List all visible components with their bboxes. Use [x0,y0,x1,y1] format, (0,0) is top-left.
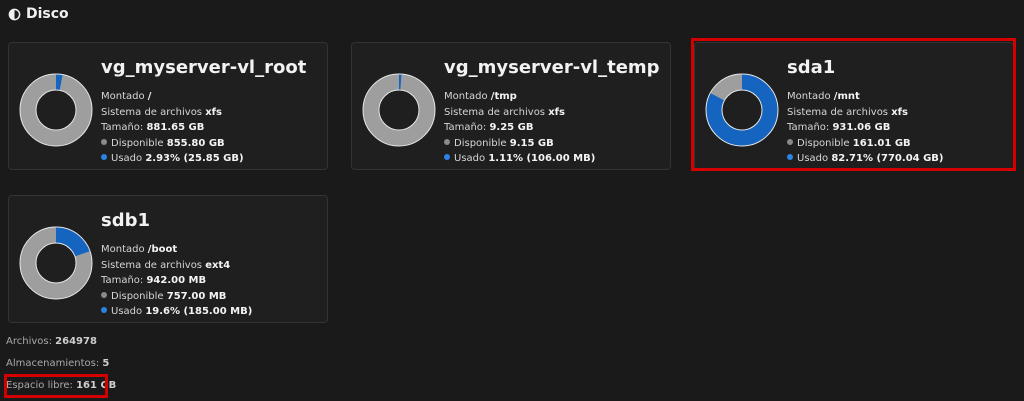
disk-card: sdb1 Montado /boot Sistema de archivos e… [8,195,328,323]
section-title: Disco [26,6,69,22]
stat-storages: Almacenamientos: 5 [6,358,110,369]
used-dot-icon [101,154,107,160]
size-row: Tamaño: 942.00 MB [101,275,207,286]
stat-storages-value: 5 [102,358,110,369]
disk-name: sdb1 [101,210,151,231]
mount-row: Montado / [101,91,152,102]
used-dot-icon [444,154,450,160]
available-row: Disponible 9.15 GB [444,136,595,152]
donut-inner-outline [35,89,77,131]
usage-donut [19,226,93,300]
size-row: Tamaño: 881.65 GB [101,122,205,133]
stat-files-value: 264978 [55,336,97,347]
used-value: 2.93% (25.85 GB) [145,153,244,164]
available-value: 9.15 GB [509,137,554,149]
disk-usage-icon [8,8,21,20]
size-value: 942.00 MB [146,275,207,286]
mount-row: Montado /tmp [444,91,517,102]
fs-value: ext4 [205,259,231,271]
size-value: 881.65 GB [146,122,205,133]
section-header: Disco [8,6,69,22]
size-row: Tamaño: 9.25 GB [444,122,534,133]
used-row: Usado 2.93% (25.85 GB) [101,151,244,167]
available-row: Disponible 757.00 MB [101,289,252,305]
disk-name: vg_myserver-vl_root [101,57,307,78]
disk-card: vg_myserver-vl_temp Montado /tmp Sistema… [351,42,671,170]
used-row: Usado 19.6% (185.00 MB) [101,304,252,320]
fs-value: xfs [205,106,222,118]
available-value: 757.00 MB [166,290,227,302]
usage-donut [19,73,93,147]
used-row: Usado 1.11% (106.00 MB) [444,151,595,167]
used-value: 19.6% (185.00 MB) [145,306,253,317]
mount-value: /boot [147,244,178,255]
available-row: Disponible 855.80 GB [101,136,244,152]
mount-value: / [147,91,152,102]
mount-value: /tmp [490,91,517,102]
disk-info: Montado /boot Sistema de archivos ext4 T… [101,242,252,320]
highlight-box-free-space [4,374,108,398]
disk-name: vg_myserver-vl_temp [444,57,660,78]
mount-row: Montado /boot [101,244,178,255]
used-value: 1.11% (106.00 MB) [488,153,596,164]
disk-card: vg_myserver-vl_root Montado / Sistema de… [8,42,328,170]
available-value: 855.80 GB [166,137,225,149]
donut-inner-outline [378,89,420,131]
size-value: 9.25 GB [489,122,534,133]
fs-row: Sistema de archivos xfs [101,106,222,118]
fs-row: Sistema de archivos xfs [444,106,565,118]
donut-inner-outline [35,242,77,284]
usage-donut [362,73,436,147]
available-dot-icon [101,291,107,298]
disk-info: Montado /tmp Sistema de archivos xfs Tam… [444,89,595,167]
disk-info: Montado / Sistema de archivos xfs Tamaño… [101,89,244,167]
available-dot-icon [101,138,107,145]
used-dot-icon [101,307,107,313]
highlight-box-sda1 [691,38,1016,171]
fs-row: Sistema de archivos ext4 [101,259,231,271]
stat-files: Archivos: 264978 [6,336,97,347]
available-dot-icon [444,138,450,145]
fs-value: xfs [548,106,565,118]
